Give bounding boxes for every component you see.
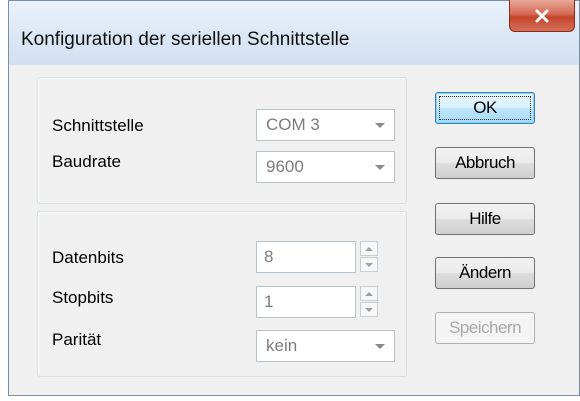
stopbits-input[interactable]: 1 bbox=[256, 286, 356, 318]
arrow-up-icon bbox=[365, 246, 373, 251]
help-button[interactable]: Hilfe bbox=[435, 203, 535, 235]
arrow-down-icon bbox=[365, 262, 373, 267]
close-button[interactable] bbox=[509, 0, 575, 32]
chevron-down-icon bbox=[375, 165, 385, 170]
parity-select-value: kein bbox=[266, 336, 298, 355]
data-format-group: Datenbits 8 Stopbits 1 Parität kein bbox=[37, 211, 407, 377]
baudrate-select-value: 9600 bbox=[266, 157, 304, 176]
save-button: Speichern bbox=[435, 312, 535, 344]
stopbits-label: Stopbits bbox=[52, 288, 114, 307]
databits-spinner[interactable] bbox=[360, 241, 380, 273]
parity-label: Parität bbox=[52, 330, 102, 349]
parity-select[interactable]: kein bbox=[256, 330, 395, 362]
stopbits-input-value: 1 bbox=[264, 292, 274, 311]
baudrate-label: Baudrate bbox=[52, 152, 121, 171]
close-icon bbox=[535, 9, 549, 22]
port-select-value: COM 3 bbox=[266, 115, 320, 134]
spin-down-button[interactable] bbox=[360, 257, 378, 272]
arrow-up-icon bbox=[365, 291, 373, 296]
change-button[interactable]: Ändern bbox=[435, 257, 535, 289]
spin-down-button[interactable] bbox=[360, 302, 378, 317]
port-settings-group: Schnittstelle COM 3 Baudrate 9600 bbox=[37, 77, 407, 204]
chevron-down-icon bbox=[375, 344, 385, 349]
stopbits-spinner[interactable] bbox=[360, 286, 380, 318]
spin-up-button[interactable] bbox=[360, 286, 378, 301]
ok-button-label: OK bbox=[473, 98, 497, 117]
dialog-window: Konfiguration der seriellen Schnittstell… bbox=[8, 0, 580, 396]
spin-up-button[interactable] bbox=[360, 241, 378, 256]
cancel-button[interactable]: Abbruch bbox=[435, 147, 535, 179]
ok-button[interactable]: OK bbox=[435, 92, 535, 124]
port-label: Schnittstelle bbox=[52, 116, 144, 135]
arrow-down-icon bbox=[365, 307, 373, 312]
databits-label: Datenbits bbox=[52, 248, 124, 267]
chevron-down-icon bbox=[375, 123, 385, 128]
baudrate-select[interactable]: 9600 bbox=[256, 151, 395, 183]
title-bar[interactable]: Konfiguration der seriellen Schnittstell… bbox=[9, 0, 579, 65]
dialog-client-area: Schnittstelle COM 3 Baudrate 9600 Datenb… bbox=[19, 65, 569, 383]
window-title: Konfiguration der seriellen Schnittstell… bbox=[21, 29, 350, 50]
databits-input-value: 8 bbox=[264, 247, 274, 266]
databits-input[interactable]: 8 bbox=[256, 241, 356, 273]
port-select[interactable]: COM 3 bbox=[256, 109, 395, 141]
